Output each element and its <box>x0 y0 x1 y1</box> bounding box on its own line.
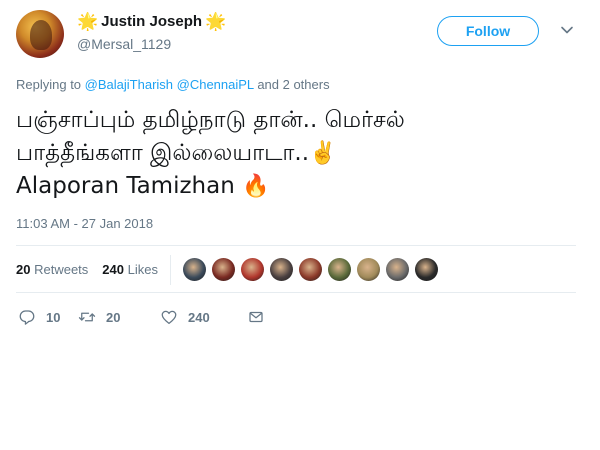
divider <box>170 255 171 285</box>
tweet-text: பஞ்சாப்பும் தமிழ்நாடு தான்.. மெர்சல் பாத… <box>16 104 576 203</box>
mention-link[interactable]: @BalajiTharish <box>85 77 173 92</box>
liker-avatar[interactable] <box>212 258 235 281</box>
liker-avatar[interactable] <box>241 258 264 281</box>
retweets-stat[interactable]: 20 Retweets <box>16 262 88 277</box>
divider <box>16 292 576 293</box>
display-name[interactable]: Justin Joseph <box>101 13 202 30</box>
liker-avatar[interactable] <box>386 258 409 281</box>
tweet-line-text: பாத்தீங்களா இல்லையாடா.. <box>16 140 310 166</box>
envelope-icon <box>249 311 263 323</box>
retweets-count: 20 <box>16 262 31 277</box>
liker-avatar[interactable] <box>328 258 351 281</box>
replying-prefix: Replying to <box>16 77 82 92</box>
avatar[interactable] <box>16 10 64 58</box>
tweet-actions: 10 20 240 <box>18 307 265 327</box>
liker-avatar[interactable] <box>299 258 322 281</box>
likes-stat[interactable]: 240 Likes <box>102 262 158 277</box>
star-icon: 🌟 <box>77 11 99 31</box>
fire-emoji: 🔥 <box>242 174 270 199</box>
heart-icon <box>161 310 177 325</box>
like-count: 240 <box>188 309 210 325</box>
user-handle[interactable]: @Mersal_1129 <box>77 36 171 52</box>
tweet-line: Alaporan Tamizhan 🔥 <box>16 170 576 203</box>
reply-count: 10 <box>46 309 61 325</box>
liker-avatar[interactable] <box>357 258 380 281</box>
user-name-row[interactable]: 🌟 Justin Joseph 🌟 <box>77 10 226 32</box>
divider <box>16 245 576 246</box>
victory-hand-emoji: ✌️ <box>309 141 337 166</box>
retweet-icon <box>78 312 96 322</box>
like-button[interactable]: 240 <box>160 308 247 326</box>
tweet-timestamp[interactable]: 11:03 AM - 27 Jan 2018 <box>16 216 153 231</box>
direct-message-button[interactable] <box>247 308 265 326</box>
reply-button[interactable]: 10 <box>18 308 78 326</box>
follow-button[interactable]: Follow <box>437 16 539 46</box>
chevron-down-icon[interactable] <box>559 22 575 38</box>
mention-link[interactable]: @ChennaiPL <box>177 77 254 92</box>
liker-avatars <box>183 258 438 281</box>
tweet-line: பாத்தீங்களா இல்லையாடா..✌️ <box>16 137 576 170</box>
tweet-line: பஞ்சாப்பும் தமிழ்நாடு தான்.. மெர்சல் <box>16 107 405 133</box>
retweet-button[interactable]: 20 <box>78 308 160 326</box>
reply-icon <box>19 310 35 325</box>
engagement-stats: 20 Retweets 240 Likes <box>16 262 158 277</box>
liker-avatar[interactable] <box>415 258 438 281</box>
retweet-count: 20 <box>106 309 121 325</box>
retweets-label: Retweets <box>34 262 89 277</box>
tweet-line-text: Alaporan Tamizhan <box>16 173 235 199</box>
liker-avatar[interactable] <box>270 258 293 281</box>
likes-count: 240 <box>102 262 124 277</box>
likes-label: Likes <box>127 262 158 277</box>
replying-suffix[interactable]: and 2 others <box>257 77 329 92</box>
replying-to: Replying to @BalajiTharish @ChennaiPL an… <box>16 77 330 92</box>
liker-avatar[interactable] <box>183 258 206 281</box>
star-icon: 🌟 <box>205 11 227 31</box>
